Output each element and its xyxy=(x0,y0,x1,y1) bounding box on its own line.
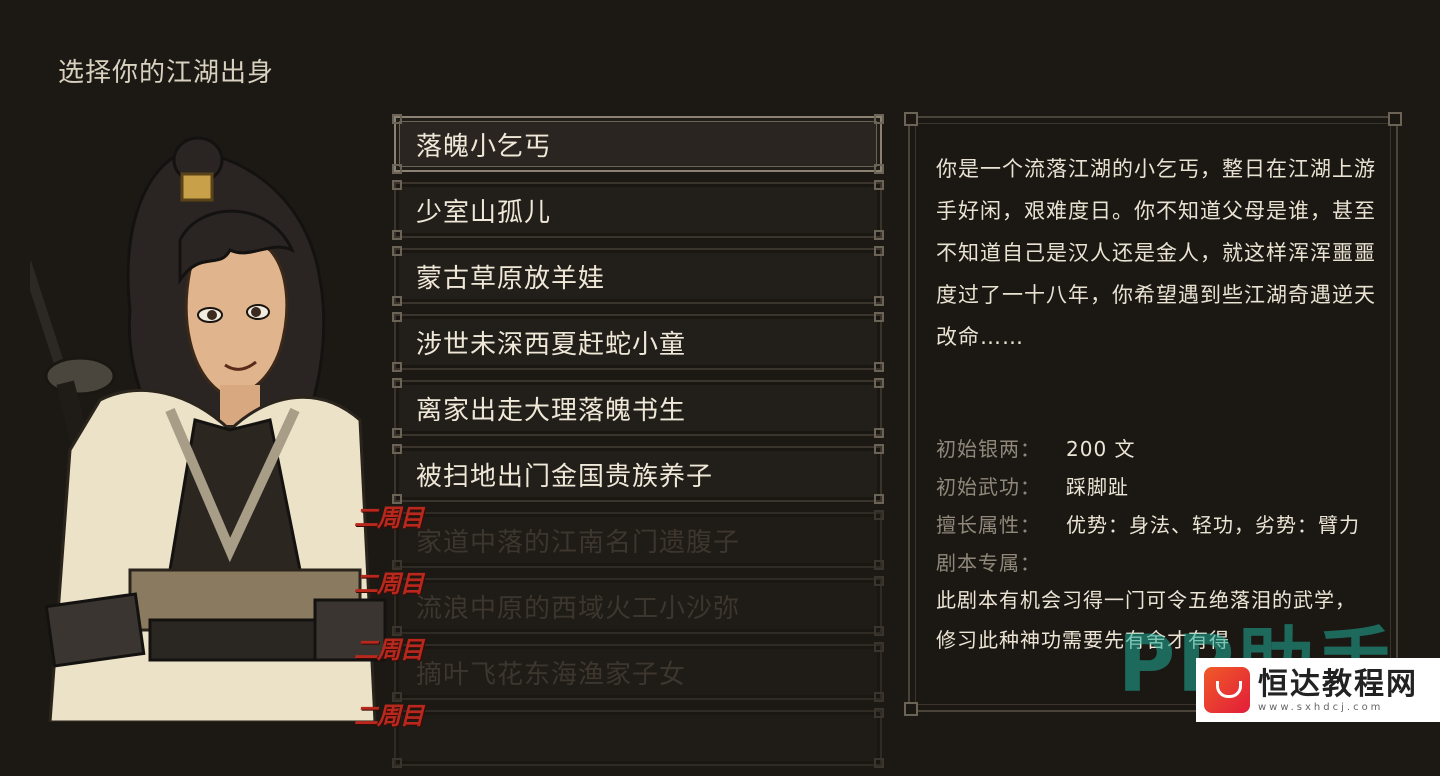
site-title: 恒达教程网 xyxy=(1258,666,1418,702)
origin-label: 流浪中原的西域火工小沙弥 xyxy=(416,593,741,624)
origin-label: 蒙古草原放羊娃 xyxy=(416,263,606,294)
stat-value: 200 文 xyxy=(1066,437,1136,461)
stat-row-exclusive: 剧本专属： xyxy=(936,544,1386,582)
origin-item[interactable]: 二周目 xyxy=(354,701,884,768)
origin-item[interactable]: 被扫地出门金国贵族养子 xyxy=(392,444,884,504)
site-logo-icon xyxy=(1204,667,1250,713)
stat-value: 优势：身法、轻功，劣势：臂力 xyxy=(1066,513,1360,537)
origin-stats: 初始银两： 200 文 初始武功： 踩脚趾 擅长属性： 优势：身法、轻功，劣势：… xyxy=(936,430,1386,582)
stat-value: 踩脚趾 xyxy=(1066,475,1129,499)
stat-label: 剧本专属： xyxy=(936,551,1041,575)
origin-label: 涉世未深西夏赶蛇小童 xyxy=(416,329,687,360)
origin-item[interactable]: 少室山孤儿 xyxy=(392,180,884,240)
site-watermark: 恒达教程网 www.sxhdcj.com xyxy=(1196,658,1440,722)
origin-item[interactable]: 涉世未深西夏赶蛇小童 xyxy=(392,312,884,372)
character-portrait xyxy=(30,136,387,722)
page-title: 选择你的江湖出身 xyxy=(58,58,275,88)
second-playthrough-tag: 二周目 xyxy=(354,569,424,598)
second-playthrough-tag: 二周目 xyxy=(354,701,424,730)
stat-row-martial-art: 初始武功： 踩脚趾 xyxy=(936,468,1386,506)
origin-item[interactable]: 离家出走大理落魄书生 xyxy=(392,378,884,438)
site-url: www.sxhdcj.com xyxy=(1258,701,1384,713)
origin-item[interactable]: 蒙古草原放羊娃 xyxy=(392,246,884,306)
origin-list: 落魄小乞丐 少室山孤儿 蒙古草原放羊娃 涉世未深西夏赶蛇小童 离家出走大理落魄书… xyxy=(354,114,884,776)
origin-item[interactable]: 二周目 流浪中原的西域火工小沙弥 xyxy=(354,569,884,636)
origin-label: 家道中落的江南名门遗腹子 xyxy=(416,527,741,558)
origin-label: 离家出走大理落魄书生 xyxy=(416,395,687,426)
origin-label: 摘叶飞花东海渔家子女 xyxy=(416,659,687,690)
stat-row-attributes: 擅长属性： 优势：身法、轻功，劣势：臂力 xyxy=(936,506,1386,544)
origin-description: 你是一个流落江湖的小乞丐，整日在江湖上游手好闲，艰难度日。你不知道父母是谁，甚至… xyxy=(936,157,1376,349)
second-playthrough-tag: 二周目 xyxy=(354,635,424,664)
origin-label: 被扫地出门金国贵族养子 xyxy=(416,461,714,492)
origin-label: 少室山孤儿 xyxy=(416,197,552,228)
stat-label: 擅长属性： xyxy=(936,513,1041,537)
second-playthrough-tag: 二周目 xyxy=(354,503,424,532)
origin-item[interactable]: 二周目 摘叶飞花东海渔家子女 xyxy=(354,635,884,702)
stat-label: 初始武功： xyxy=(936,475,1041,499)
origin-label: 落魄小乞丐 xyxy=(416,131,552,162)
stat-label: 初始银两： xyxy=(936,437,1041,461)
origin-item[interactable]: 落魄小乞丐 xyxy=(392,114,884,174)
origin-item[interactable]: 二周目 家道中落的江南名门遗腹子 xyxy=(354,503,884,570)
stat-row-silver: 初始银两： 200 文 xyxy=(936,430,1386,468)
